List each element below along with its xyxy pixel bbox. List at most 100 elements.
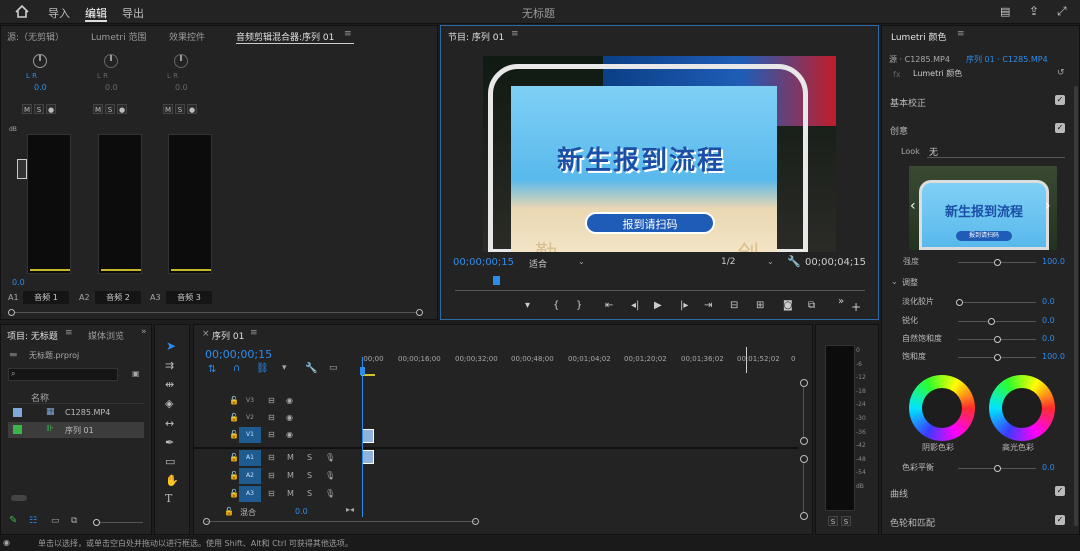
lock-icon[interactable]: 🔓 — [229, 430, 239, 439]
list-item[interactable]: ⊪ 序列 01 — [8, 422, 144, 438]
sequence-clip[interactable]: 序列 01 · C1285.MP4 — [966, 54, 1048, 65]
chevron-down-icon[interactable]: ⌄ — [767, 257, 774, 266]
time-ruler[interactable]: :00;00 00;00;16;00 00;00;32;00 00;00;48;… — [361, 347, 801, 377]
export-frame-icon[interactable]: ◙ — [783, 300, 793, 311]
track-divider[interactable] — [194, 447, 798, 449]
program-scrubber[interactable] — [455, 276, 865, 291]
tab-audio-mixer[interactable]: 音频剪辑混合器:序列 01 — [236, 30, 334, 43]
solo-icon[interactable]: S — [307, 453, 312, 462]
nav-edit[interactable]: 编辑 — [85, 5, 107, 21]
panel-menu-icon[interactable]: ≡ — [511, 29, 519, 39]
creative-checkbox[interactable]: ✓ — [1055, 123, 1065, 133]
add-button-icon[interactable]: + — [851, 300, 861, 314]
more-icon[interactable]: » — [141, 327, 147, 337]
chevron-left-icon[interactable]: ‹ — [910, 198, 916, 214]
list-view-icon[interactable]: ☷ — [29, 516, 37, 526]
eye-icon[interactable]: ◉ — [286, 413, 293, 422]
mark-out-icon[interactable]: } — [576, 300, 582, 311]
adjust-section[interactable]: 调整 — [902, 277, 918, 288]
ripple-edit-icon[interactable]: ⇹ — [165, 378, 174, 391]
home-icon[interactable] — [15, 5, 29, 18]
sync-icon[interactable]: ⊟ — [268, 413, 275, 422]
nav-import[interactable]: 导入 — [48, 5, 70, 21]
step-back-icon[interactable]: ◂| — [631, 300, 639, 311]
video-frame[interactable]: 新生报到流程 报到请扫码 勤 创 — [483, 56, 836, 252]
track-select-icon[interactable]: ⇉ — [165, 359, 174, 372]
tab-sequence[interactable]: 序列 01 — [212, 329, 244, 342]
timeline-timecode[interactable]: 00;00;00;15 — [205, 348, 272, 361]
record-button[interactable]: ● — [46, 104, 56, 114]
pencil-icon[interactable]: ✎ — [9, 515, 17, 526]
lock-icon[interactable]: 🔓 — [229, 413, 239, 422]
video-clip[interactable] — [362, 429, 374, 443]
vscroll-handle[interactable] — [800, 437, 808, 445]
mark-in-icon[interactable]: { — [553, 300, 559, 311]
faded-film-slider[interactable] — [956, 299, 1036, 306]
mute-button[interactable]: M — [93, 104, 103, 114]
slider-value[interactable]: 100.0 — [1042, 352, 1065, 361]
pan-knob[interactable] — [33, 54, 47, 68]
resolution-dropdown[interactable]: 1/2 — [721, 257, 735, 267]
wrench-icon[interactable]: 🔧 — [787, 255, 801, 268]
tab-project[interactable]: 项目: 无标题 — [7, 329, 58, 342]
track-label[interactable]: V2 — [239, 410, 261, 426]
selection-tool-icon[interactable]: ➤ — [166, 339, 176, 353]
highlight-tint-wheel[interactable] — [989, 375, 1055, 441]
tab-lumetri-scopes[interactable]: Lumetri 范围 — [91, 30, 146, 43]
slider-value[interactable]: 0.0 — [1042, 297, 1055, 306]
pan-value[interactable]: 0.0 — [34, 83, 47, 92]
go-to-in-icon[interactable]: ⇤ — [605, 300, 613, 311]
balance-value[interactable]: 0.0 — [1042, 463, 1055, 472]
program-title[interactable]: 节目: 序列 01 — [448, 30, 504, 43]
sync-icon[interactable]: ⊟ — [268, 471, 275, 480]
new-bin-icon[interactable]: ▣ — [132, 369, 140, 378]
solo-button[interactable]: S — [34, 104, 44, 114]
solo-icon[interactable]: S — [307, 489, 312, 498]
project-scrollbar[interactable] — [11, 495, 27, 501]
freeform-view-icon[interactable]: ⧉ — [71, 516, 77, 526]
lock-icon[interactable]: 🔓 — [229, 489, 239, 498]
record-button[interactable]: ● — [117, 104, 127, 114]
panel-menu-icon[interactable]: ≡ — [250, 328, 258, 338]
play-icon[interactable]: ▶ — [654, 300, 662, 311]
volume-fader[interactable] — [17, 159, 27, 179]
track-label[interactable]: A2 — [239, 468, 261, 484]
vscroll-handle[interactable] — [800, 512, 808, 520]
sync-icon[interactable]: ⊟ — [268, 396, 275, 405]
pan-knob[interactable] — [104, 54, 118, 68]
lock-icon[interactable]: 🔓 — [229, 396, 239, 405]
lock-icon[interactable]: 🔓 — [229, 471, 239, 480]
sharpen-slider[interactable] — [958, 318, 1036, 325]
captions-icon[interactable]: ▭ — [329, 363, 338, 373]
record-button[interactable]: ● — [187, 104, 197, 114]
track-label[interactable]: V1 — [239, 427, 261, 443]
rectangle-icon[interactable]: ▭ — [165, 455, 175, 468]
intensity-slider[interactable] — [958, 259, 1036, 266]
vscroll-handle[interactable] — [800, 379, 808, 387]
intensity-value[interactable]: 100.0 — [1042, 257, 1065, 266]
tab-media-browser[interactable]: 媒体浏览 — [88, 329, 124, 342]
search-input[interactable]: ⌕ — [8, 368, 118, 381]
basic-checkbox[interactable]: ✓ — [1055, 95, 1065, 105]
section-basic[interactable]: 基本校正 — [890, 96, 926, 109]
video-vscroll[interactable] — [803, 387, 804, 439]
track-label[interactable]: A3 — [239, 486, 261, 502]
panel-menu-icon[interactable]: ≡ — [344, 29, 352, 39]
look-preview[interactable]: 新生报到流程 报到请扫码 ‹ › — [909, 166, 1057, 250]
tab-source[interactable]: 源:（无剪辑） — [7, 30, 64, 43]
section-wheels-match[interactable]: 色轮和匹配 — [890, 516, 935, 529]
add-marker-icon[interactable]: ▾ — [525, 300, 530, 311]
vibrance-slider[interactable] — [958, 336, 1036, 343]
transition-icon[interactable]: ▸◂ — [346, 505, 354, 514]
pen-icon[interactable]: ✒ — [165, 436, 174, 449]
panel-menu-icon[interactable]: ≡ — [65, 328, 73, 338]
razor-icon[interactable]: ◈ — [165, 397, 173, 410]
track-label[interactable]: A1 — [239, 450, 261, 466]
track-label[interactable]: V3 — [239, 393, 261, 409]
pan-value[interactable]: 0.0 — [175, 83, 188, 92]
adjust-chevron-icon[interactable]: ⌄ — [891, 277, 898, 286]
pan-knob[interactable] — [174, 54, 188, 68]
solo-icon[interactable]: S — [307, 471, 312, 480]
section-curves[interactable]: 曲线 — [890, 487, 908, 500]
audio-vscroll[interactable] — [803, 463, 804, 513]
